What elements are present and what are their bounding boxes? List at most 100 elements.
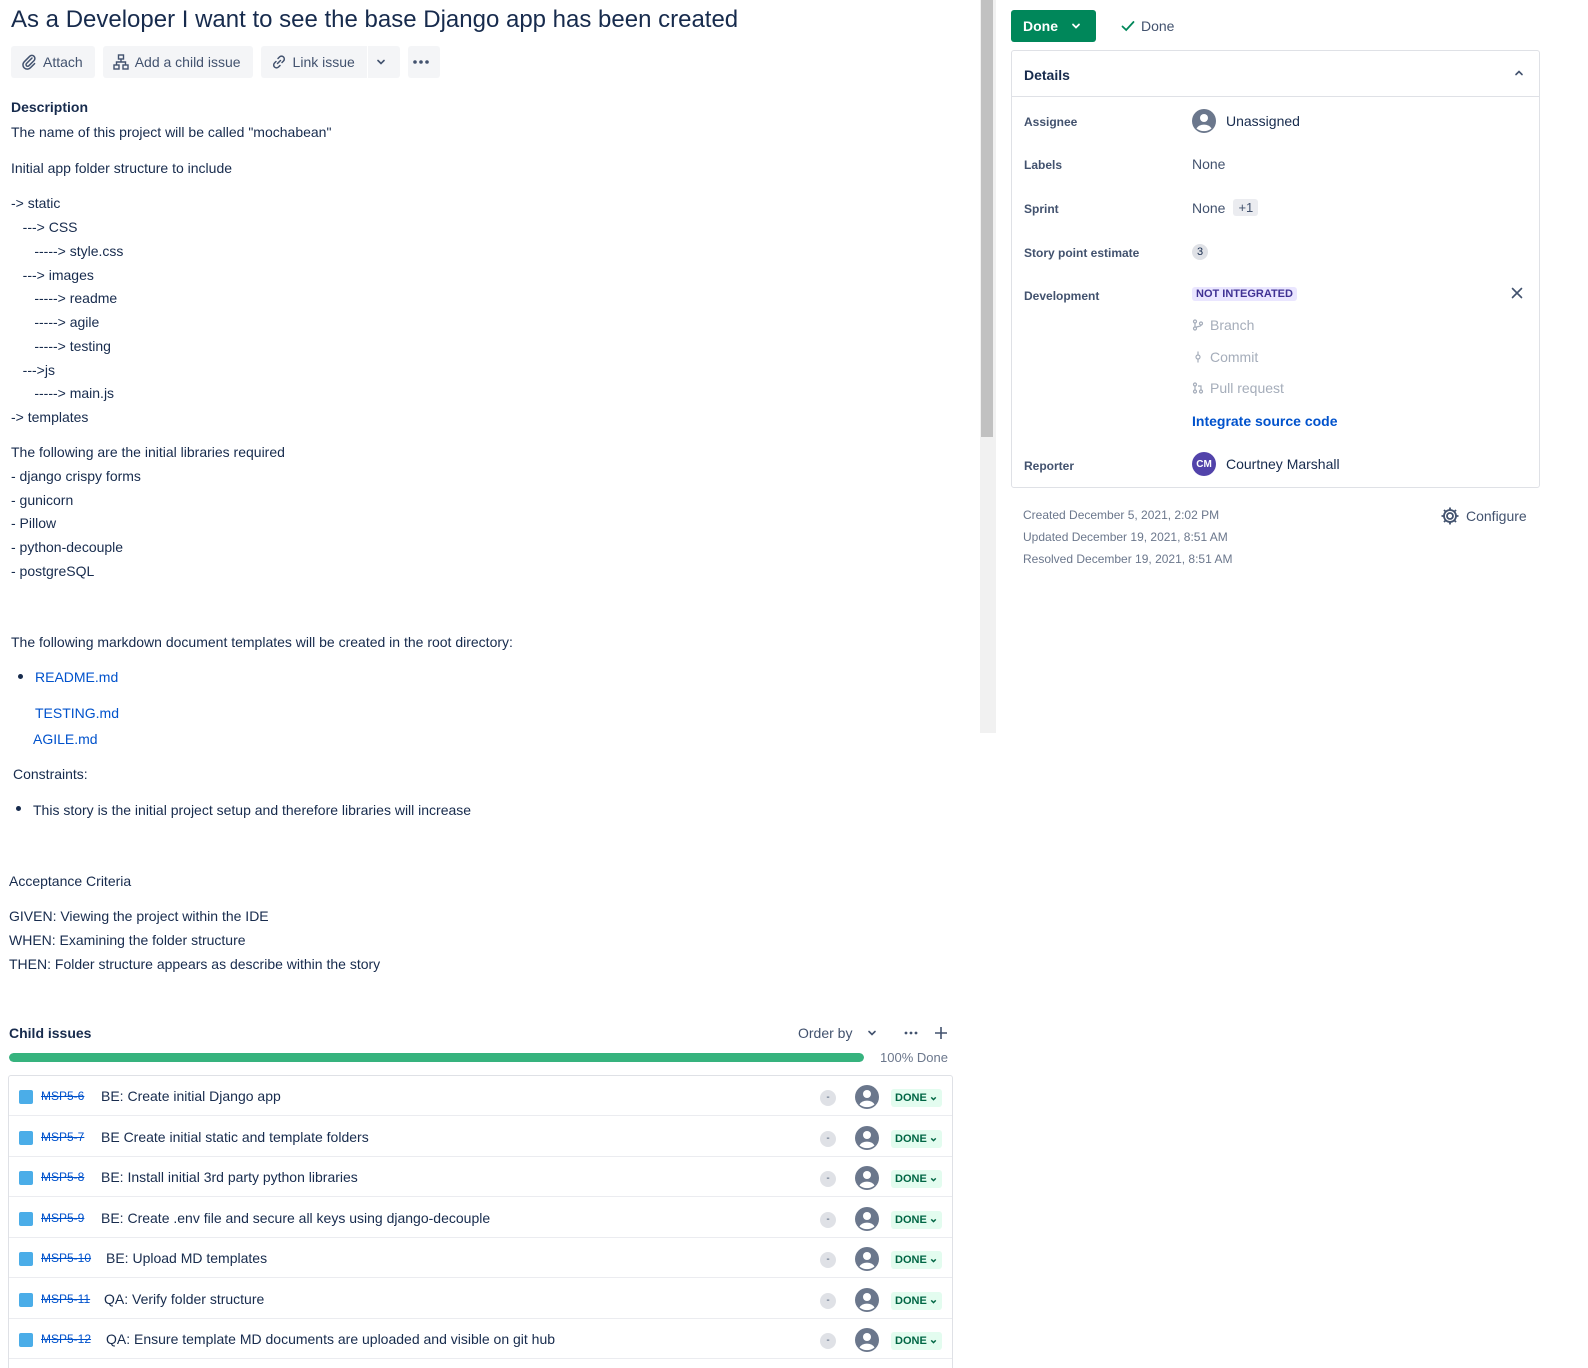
table-row[interactable]: MSP5-12 QA: Ensure template MD documents… — [9, 1319, 952, 1359]
status-dropdown[interactable]: DONE — [891, 1292, 942, 1310]
subtask-icon — [19, 1293, 33, 1307]
description-line: -> templates — [11, 409, 89, 425]
link-issue-button[interactable]: Link issue — [260, 46, 367, 78]
assignee-label: Assignee — [1024, 115, 1078, 129]
issue-summary-link[interactable]: QA: Ensure template MD documents are upl… — [106, 1331, 555, 1347]
commit-link[interactable]: Commit — [1192, 349, 1258, 365]
priority-badge: - — [820, 1131, 836, 1147]
user-avatar-icon[interactable] — [855, 1166, 879, 1190]
user-avatar-icon[interactable] — [855, 1207, 879, 1231]
reporter-field[interactable]: CM Courtney Marshall — [1192, 452, 1340, 476]
user-avatar-icon[interactable] — [855, 1247, 879, 1271]
add-child-issue-button[interactable]: Add a child issue — [102, 46, 253, 78]
status-label: DONE — [895, 1092, 927, 1104]
issue-main-panel: As a Developer I want to see the base Dj… — [0, 0, 980, 1368]
child-issues-title: Child issues — [9, 1025, 92, 1041]
status-transition-button[interactable]: Done — [1011, 10, 1096, 42]
issue-key-link[interactable]: MSP5-7 — [41, 1130, 84, 1144]
user-avatar-icon[interactable] — [855, 1126, 879, 1150]
description-line: -----> style.css — [11, 243, 124, 259]
status-dropdown[interactable]: DONE — [891, 1251, 942, 1269]
description-line: - python-decouple — [11, 539, 124, 555]
status-dropdown[interactable]: DONE — [891, 1089, 942, 1107]
table-row[interactable]: MSP5-8 BE: Install initial 3rd party pyt… — [9, 1157, 952, 1197]
description-line: -----> agile — [11, 314, 100, 330]
more-actions-button[interactable] — [407, 46, 440, 78]
status-dropdown[interactable]: DONE — [891, 1332, 942, 1350]
configure-button[interactable]: Configure — [1440, 506, 1527, 526]
progress-fill — [9, 1053, 864, 1062]
priority-badge: - — [820, 1212, 836, 1228]
user-avatar-icon[interactable] — [855, 1288, 879, 1312]
issue-toolbar: Attach Add a child issue Link issue — [11, 46, 448, 78]
issue-key-link[interactable]: MSP5-12 — [41, 1332, 91, 1346]
labels-value: None — [1192, 156, 1226, 172]
description-line: WHEN: Examining the folder structure — [9, 932, 246, 948]
testing-link[interactable]: TESTING.md — [35, 704, 119, 722]
attach-label: Attach — [43, 54, 83, 70]
updated-timestamp: Updated December 19, 2021, 8:51 AM — [1023, 530, 1228, 544]
sprint-field[interactable]: None +1 — [1192, 199, 1259, 216]
description-line: -----> main.js — [11, 385, 115, 401]
gear-icon — [1441, 507, 1459, 525]
issue-summary-link[interactable]: BE Create initial static and template fo… — [101, 1129, 369, 1145]
issue-key-link[interactable]: MSP5-10 — [41, 1251, 91, 1265]
reporter-avatar: CM — [1192, 452, 1216, 476]
user-avatar-icon[interactable] — [855, 1328, 879, 1352]
status-dropdown[interactable]: DONE — [891, 1130, 942, 1148]
add-child-issue-label: Add a child issue — [134, 54, 241, 70]
issue-summary-link[interactable]: BE: Create initial Django app — [101, 1088, 281, 1104]
status-dropdown[interactable]: DONE — [891, 1170, 942, 1188]
progress-label: 100% Done — [880, 1050, 948, 1065]
chevron-down-icon — [868, 1030, 877, 1036]
description-line: This story is the initial project setup … — [33, 802, 472, 818]
integrate-source-code-link[interactable]: Integrate source code — [1192, 413, 1338, 429]
development-field: NOT INTEGRATED — [1192, 287, 1297, 301]
description-line: THEN: Folder structure appears as descri… — [9, 956, 381, 972]
issue-key-link[interactable]: MSP5-11 — [41, 1292, 90, 1306]
assignee-field[interactable]: Unassigned — [1192, 109, 1300, 133]
issue-key-link[interactable]: MSP5-8 — [41, 1170, 84, 1184]
issue-summary-link[interactable]: QA: Verify folder structure — [104, 1291, 264, 1307]
status-button-label: Done — [1023, 18, 1058, 34]
details-header[interactable]: Details — [1012, 51, 1539, 97]
issue-summary-link[interactable]: BE: Install initial 3rd party python lib… — [101, 1169, 358, 1185]
story-points-field[interactable]: 3 — [1192, 244, 1209, 260]
pull-request-link[interactable]: Pull request — [1192, 380, 1284, 396]
labels-field[interactable]: None — [1192, 156, 1225, 172]
issue-title[interactable]: As a Developer I want to see the base Dj… — [11, 6, 738, 34]
description-line: - postgreSQL — [11, 563, 95, 579]
link-issue-label: Link issue — [292, 54, 355, 70]
issue-summary-link[interactable]: BE: Create .env file and secure all keys… — [101, 1210, 490, 1226]
priority-badge: - — [820, 1252, 836, 1268]
chevron-down-icon — [930, 1137, 937, 1142]
add-child-issue-plus-button[interactable] — [930, 1022, 952, 1044]
table-row[interactable]: MSP5-11 QA: Verify folder structure - DO… — [9, 1279, 952, 1319]
order-by-button[interactable]: Order by — [798, 1025, 878, 1041]
status-dropdown[interactable]: DONE — [891, 1211, 942, 1229]
attach-button[interactable]: Attach — [11, 46, 95, 78]
table-row[interactable]: MSP5-6 BE: Create initial Django app - D… — [9, 1076, 952, 1116]
chevron-down-icon — [377, 59, 385, 65]
child-issues-more-button[interactable] — [900, 1022, 922, 1044]
table-row[interactable]: MSP5-7 BE Create initial static and temp… — [9, 1117, 952, 1157]
priority-badge: - — [820, 1333, 836, 1349]
close-icon[interactable] — [1511, 287, 1523, 299]
table-row[interactable]: MSP5-9 BE: Create .env file and secure a… — [9, 1198, 952, 1238]
checkmark-icon — [1121, 21, 1135, 32]
status-label: DONE — [895, 1214, 927, 1226]
pull-request-label: Pull request — [1210, 380, 1284, 396]
branch-link[interactable]: Branch — [1192, 317, 1254, 333]
scrollbar-thumb[interactable] — [981, 0, 993, 437]
table-row[interactable]: MSP5-10 BE: Upload MD templates - DONE — [9, 1238, 952, 1278]
description-heading: Description — [11, 99, 89, 115]
issue-key-link[interactable]: MSP5-6 — [41, 1089, 84, 1103]
subtask-icon — [19, 1090, 33, 1104]
user-avatar-icon[interactable] — [855, 1085, 879, 1109]
issue-key-link[interactable]: MSP5-9 — [41, 1211, 84, 1225]
agile-link[interactable]: AGILE.md — [33, 730, 98, 748]
readme-link[interactable]: README.md — [35, 668, 118, 686]
link-issue-dropdown-button[interactable] — [367, 46, 400, 78]
paperclip-icon — [22, 54, 36, 70]
issue-summary-link[interactable]: BE: Upload MD templates — [106, 1250, 267, 1266]
